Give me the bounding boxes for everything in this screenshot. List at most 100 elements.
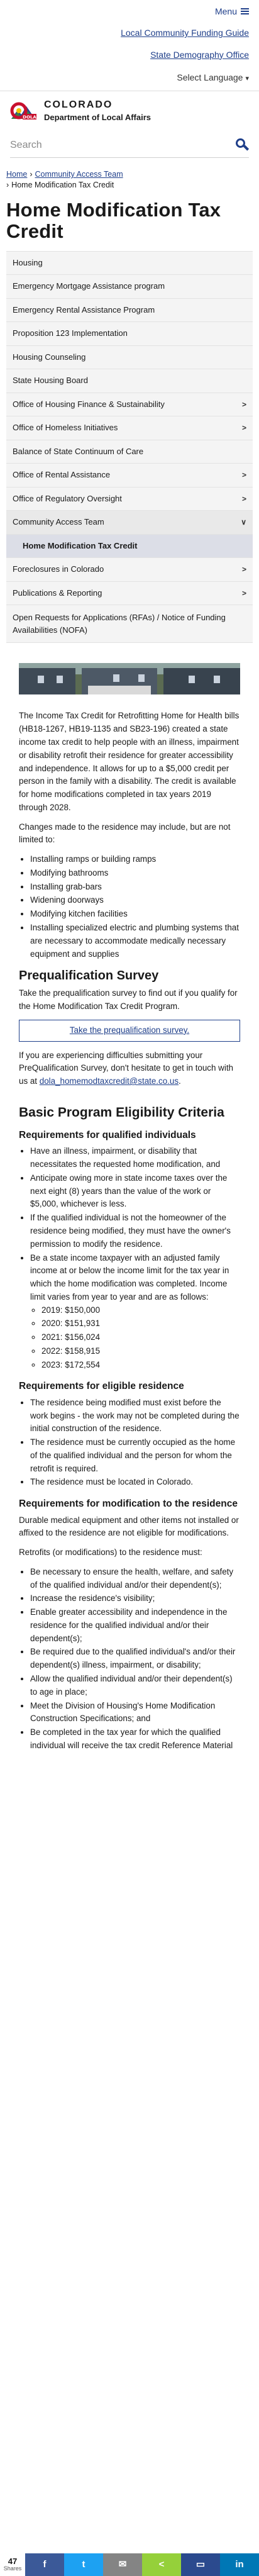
nav-item-label: Open Requests for Applications (RFAs) / … [13,613,226,635]
sms-icon: ▭ [196,2559,206,2570]
share-button[interactable]: < [142,2553,181,2576]
share-count-label: Shares [3,2565,22,2572]
nav-item-rfa-nofa[interactable]: Open Requests for Applications (RFAs) / … [6,605,253,644]
nav-item-label: Office of Housing Finance & Sustainabili… [13,399,165,409]
nav-item-home-modification-tax-credit[interactable]: Home Modification Tax Credit [6,534,253,559]
list-item: If the qualified individual is not the h… [30,1212,240,1251]
nav-item-label: Office of Rental Assistance [13,470,111,480]
email-share-button[interactable]: ✉ [103,2553,142,2576]
section-nav: Housing Emergency Mortgage Assistance pr… [6,250,253,644]
intro-paragraph: The Income Tax Credit for Retrofitting H… [19,711,240,812]
chevron-right-icon[interactable]: > [242,399,246,410]
changes-intro: Changes made to the residence may includ… [19,822,231,845]
chevron-right-icon[interactable]: > [242,494,246,505]
nav-item-homeless-initiatives[interactable]: Office of Homeless Initiatives > [6,416,253,440]
facebook-share-button[interactable]: f [25,2553,64,2576]
chevron-right-icon[interactable]: > [242,588,246,599]
twitter-icon: t [82,2559,85,2570]
nav-item-emergency-mortgage[interactable]: Emergency Mortgage Assistance program [6,275,253,299]
eligibility-heading: Basic Program Eligibility Criteria [19,1105,224,1120]
svg-text:DOLA: DOLA [23,114,36,120]
nav-item-prop-123[interactable]: Proposition 123 Implementation [6,322,253,346]
page-title: Home Modification Tax Credit [6,198,221,242]
modification-paragraph: Durable medical equipment and other item… [19,1515,239,1538]
nav-item-publications[interactable]: Publications & Reporting > [6,581,253,606]
breadcrumb-home-link[interactable]: Home [6,170,27,179]
search-bar: Search [10,138,250,159]
breadcrumb-parent-link[interactable]: Community Access Team [35,170,123,179]
linkedin-share-button[interactable]: in [220,2553,259,2576]
nav-item-label: Community Access Team [13,517,104,527]
nav-item-state-housing-board[interactable]: State Housing Board [6,369,253,393]
menu-button[interactable]: Menu [215,5,249,18]
logo-text: COLORADO Department of Local Affairs [44,98,151,124]
nav-item-housing-counseling[interactable]: Housing Counseling [6,345,253,370]
nav-item-label: Publications & Reporting [13,588,102,598]
list-item: Increase the residence's visibility; [30,1592,240,1605]
chevron-right-icon[interactable]: > [242,564,246,575]
prequal-help: If you are experiencing difficulties sub… [19,1049,240,1088]
list-item: Installing specialized electric and plum… [30,922,240,961]
chevron-right-icon[interactable]: > [242,423,246,433]
facebook-icon: f [43,2559,47,2570]
main-content: The Income Tax Credit for Retrofitting H… [0,694,259,1752]
contact-email-link[interactable]: dola_homemodtaxcredit@state.co.us [40,1076,179,1086]
modification-paragraph: Retrofits (or modifications) to the resi… [19,1547,202,1558]
share-count: 47 Shares [0,2553,25,2576]
chevron-down-icon[interactable]: ∨ [241,517,246,528]
funding-guide-link[interactable]: Local Community Funding Guide [10,26,249,39]
list-item: Modifying kitchen facilities [30,908,240,921]
list-item: 2022: $158,915 [41,1345,240,1358]
twitter-share-button[interactable]: t [64,2553,103,2576]
sms-share-button[interactable]: ▭ [181,2553,220,2576]
nav-item-foreclosures[interactable]: Foreclosures in Colorado > [6,558,253,582]
nav-item-emergency-rental[interactable]: Emergency Rental Assistance Program [6,298,253,323]
nav-item-rental-assistance[interactable]: Office of Rental Assistance > [6,464,253,488]
nav-item-label: Balance of State Continuum of Care [13,446,144,456]
nav-item-label: Proposition 123 Implementation [13,328,128,338]
list-item: Be a state income taxpayer with an adjus… [30,1252,240,1372]
list-item: The residence must be located in Colorad… [30,1476,240,1489]
demography-office-link[interactable]: State Demography Office [10,48,249,61]
utility-bar: Menu Local Community Funding Guide State… [0,0,259,91]
search-icon[interactable] [235,138,250,152]
nav-item-label: State Housing Board [13,376,88,386]
nav-item-housing[interactable]: Housing [6,251,253,276]
list-item: Be required due to the qualified individ… [30,1646,240,1672]
prequal-heading: Prequalification Survey [19,969,159,983]
search-input[interactable]: Search [10,138,42,152]
nav-item-label: Home Modification Tax Credit [23,540,138,550]
list-item: Anticipate owing more in state income ta… [30,1172,240,1211]
list-item: Be completed in the tax year for which t… [30,1726,240,1753]
list-item: 2021: $156,024 [41,1331,240,1344]
list-item: Widening doorways [30,894,240,907]
nav-item-label: Housing Counseling [13,352,86,362]
prequal-text: Take the prequalification survey to find… [19,988,238,1012]
linkedin-icon: in [235,2559,244,2570]
changes-list: Installing ramps or building ramps Modif… [30,853,240,961]
chevron-right-icon[interactable]: > [242,470,246,481]
hamburger-icon [241,7,249,16]
nav-item-community-access-team[interactable]: Community Access Team ∨ [6,511,253,535]
list-item: The residence being modified must exist … [30,1397,240,1436]
chevron-down-icon: ▾ [245,74,249,82]
nav-item-label: Foreclosures in Colorado [13,564,104,574]
income-limits-list: 2019: $150,000 2020: $151,931 2021: $156… [41,1304,240,1372]
nav-item-continuum-of-care[interactable]: Balance of State Continuum of Care [6,440,253,464]
breadcrumb-separator: › [30,170,33,179]
breadcrumb: Home › Community Access Team › Home Modific… [0,158,259,191]
language-select[interactable]: Select Language ▾ [10,71,249,84]
share-bar: 47 Shares f t ✉ < ▭ in [0,2553,259,2576]
list-item: Be necessary to ensure the health, welfa… [30,1566,240,1592]
nav-item-housing-finance[interactable]: Office of Housing Finance & Sustainabili… [6,393,253,417]
list-item: Have an illness, impairment, or disabili… [30,1145,240,1171]
email-icon: ✉ [118,2559,127,2570]
site-logo[interactable]: DOLA COLORADO Department of Local Affair… [0,90,259,129]
income-limit-text: Be a state income taxpayer with an adjus… [30,1252,229,1302]
list-item: Modifying bathrooms [30,867,240,880]
prequal-survey-button[interactable]: Take the prequalification survey. [19,1019,240,1042]
nav-item-label: Housing [13,257,43,267]
breadcrumb-separator: › [6,180,9,189]
nav-item-regulatory-oversight[interactable]: Office of Regulatory Oversight > [6,487,253,511]
modification-heading: Requirements for modification to the res… [19,1498,238,1510]
